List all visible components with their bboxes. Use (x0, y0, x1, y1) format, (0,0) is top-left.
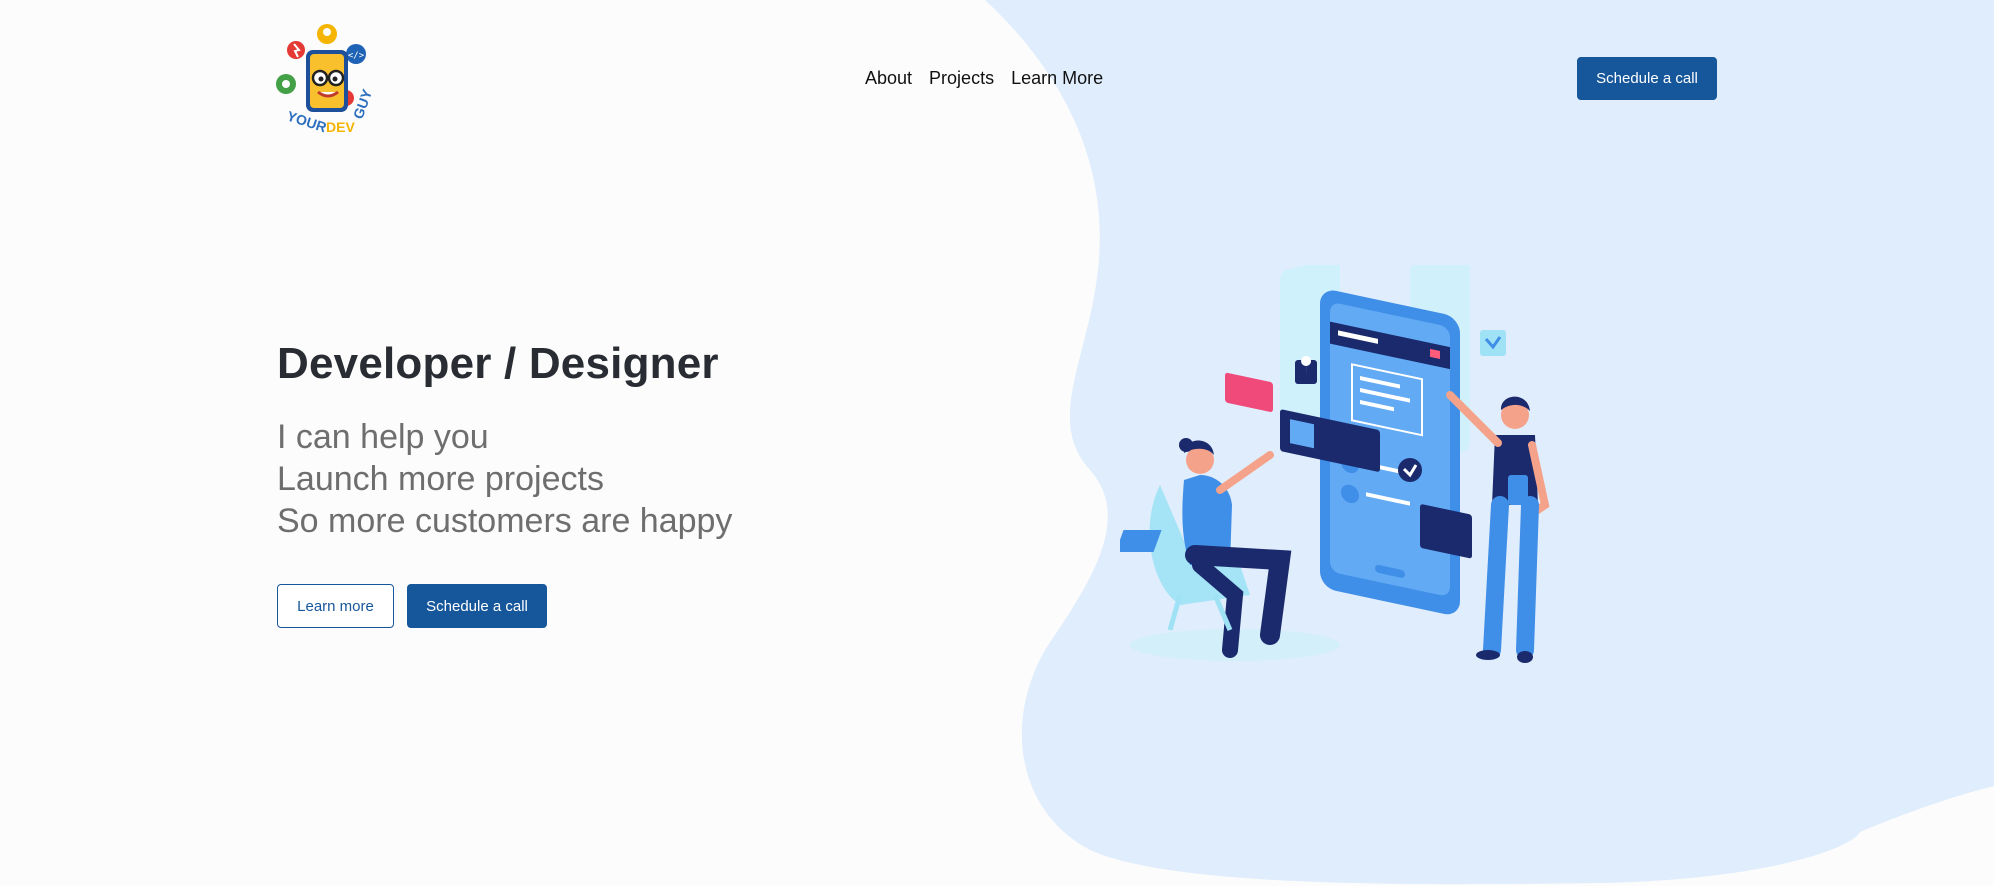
svg-text:GUY: GUY (350, 86, 376, 121)
logo[interactable]: </> YOUR DEV GUY (274, 20, 384, 138)
learn-more-button[interactable]: Learn more (277, 584, 394, 628)
main-nav: About Projects Learn More (865, 68, 1103, 89)
logo-mark-icon: </> YOUR DEV GUY (276, 24, 376, 135)
hero-actions: Learn more Schedule a call (277, 584, 732, 628)
hero-title: Developer / Designer (277, 339, 719, 388)
site-header: </> YOUR DEV GUY About Projects Learn Mo… (0, 0, 1994, 160)
hero-section: Developer / Designer I can help you Laun… (277, 338, 732, 628)
svg-text:DEV: DEV (326, 119, 355, 135)
header-schedule-call-button[interactable]: Schedule a call (1577, 57, 1717, 100)
hero-schedule-call-button[interactable]: Schedule a call (407, 584, 547, 628)
nav-item-about[interactable]: About (865, 68, 912, 89)
hero-subtitle-line-1: I can help you (277, 418, 489, 456)
svg-text:</>: </> (348, 51, 365, 61)
hero-subtitle-line-2: Launch more projects (277, 460, 604, 498)
people-building-mobile-app-illustration (1120, 265, 1550, 663)
hero-subtitle-line-3: So more customers are happy (277, 502, 733, 540)
nav-item-projects[interactable]: Projects (929, 68, 994, 89)
hero-subtitle: I can help you Launch more projects So m… (277, 416, 732, 542)
nav-item-learn-more[interactable]: Learn More (1011, 68, 1103, 89)
